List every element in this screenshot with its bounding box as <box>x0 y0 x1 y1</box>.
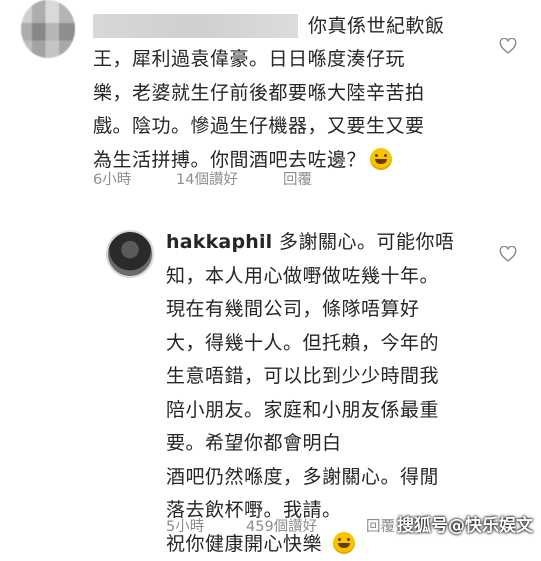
heart-outline-icon[interactable] <box>499 246 517 262</box>
comment-line: 多謝關心。可能你唔 <box>272 231 455 253</box>
comment-username[interactable]: hakkaphil <box>166 231 272 253</box>
comment-line: 知，本人用心做嘢做咗幾十年。 <box>166 264 440 287</box>
comment-line: 酒吧仍然喺度，多謝關心。得閒 <box>166 465 440 488</box>
hakkaphil-avatar[interactable] <box>106 230 154 278</box>
smiling-face-emoji-icon <box>332 531 355 554</box>
commenter-avatar[interactable] <box>21 0 75 58</box>
like-count[interactable]: 14個讚好 <box>176 168 238 189</box>
comment-line: 王，犀利過袁偉豪。日日喺度湊仔玩 <box>93 48 406 70</box>
comment-first-line: 你真係世紀軟飯 <box>308 15 445 37</box>
comment-text: 王，犀利過袁偉豪。日日喺度湊仔玩 樂，老婆就生仔前後都要喺大陸辛苦拍 戲。陰功。… <box>93 43 425 177</box>
reply-button[interactable]: 回覆 <box>283 168 312 189</box>
like-count[interactable]: 459個讚好 <box>246 515 317 536</box>
comment-line: 現在有幾間公司，條隊唔算好 <box>166 298 420 320</box>
watermark: 搜狐号@快乐娱文 <box>397 516 533 536</box>
comment-line: 大，得幾十人。但托賴，今年的 <box>166 331 440 354</box>
redacted-username <box>93 14 298 38</box>
comment-line: 戲。陰功。慘過生仔機器，又要生又要 <box>93 115 425 137</box>
comment-line: 要。希望你都會明白 <box>166 432 342 454</box>
comment-line: 陪小朋友。家庭和小朋友係最重 <box>166 398 440 421</box>
heart-outline-icon[interactable] <box>499 38 517 54</box>
comment-time: 5小時 <box>166 519 205 535</box>
reply-button[interactable]: 回覆 <box>366 515 395 536</box>
comment-line: 生意唔錯，可以比到少少時間我 <box>166 365 440 387</box>
laughing-tears-emoji-icon <box>370 147 393 170</box>
comment-time: 6小時 <box>93 172 132 188</box>
comment-line: 樂，老婆就生仔前後都要喺大陸辛苦拍 <box>93 81 425 104</box>
